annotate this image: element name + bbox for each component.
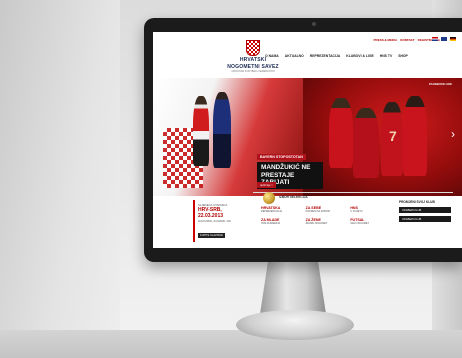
choose-club-button-2[interactable]: ODABERI KLUB bbox=[399, 216, 451, 222]
crest-icon bbox=[246, 40, 260, 56]
selection-item-futsal[interactable]: FUTSAL MALI NOGOMET bbox=[350, 218, 391, 225]
divider bbox=[253, 192, 453, 193]
selection-item-za-zene[interactable]: ZA ŽENE ŽENSKI NOGOMET bbox=[306, 218, 347, 225]
arrow-right-icon[interactable]: › bbox=[448, 126, 458, 142]
player-bayern-2 bbox=[353, 108, 379, 178]
arrow-left-icon[interactable]: ‹ bbox=[157, 126, 167, 142]
player-croatia bbox=[193, 96, 209, 166]
monitor-stand-base bbox=[236, 310, 354, 340]
selections-grid: HRVATSKA REPREZENTACIJA ZA SEBE POKRENI … bbox=[261, 206, 391, 225]
language-flags bbox=[432, 37, 456, 41]
choose-club-button[interactable]: ODABERI KLUB bbox=[399, 207, 451, 213]
match-venue: MAKSIMIR, ZAGREB, 20h bbox=[198, 219, 232, 223]
top-link-press[interactable]: PRESS & MEDIA bbox=[374, 38, 398, 42]
ball-icon bbox=[263, 192, 275, 204]
logo-subtitle: CROATIAN FOOTBALL FEDERATION bbox=[231, 70, 275, 73]
buy-tickets-button[interactable]: KUPITE ULAZNICE bbox=[198, 233, 225, 238]
selection-item-za-sebe[interactable]: ZA SEBE POKRENI SA SOBOM bbox=[306, 206, 347, 213]
hero-slider: 7 ‹ › FACEBOOK LIKE BAYERN STOPOSTOTAN M… bbox=[153, 78, 462, 196]
selection-item-hns[interactable]: HNS U SVIJETU bbox=[350, 206, 391, 213]
main-nav: O NAMA AKTUALNO REPREZENTACIJA KLUBOVI &… bbox=[265, 54, 408, 58]
promo-title: PROMJENI SVOJ KLUB bbox=[399, 200, 435, 204]
background-left-panel bbox=[0, 0, 120, 358]
player-opponent bbox=[213, 92, 231, 168]
player-bayern-1 bbox=[329, 98, 353, 168]
selection-item-za-mlade[interactable]: ZA MLADE HNS AKADEMIJA bbox=[261, 218, 302, 225]
selection-sub: POKRENI SA SOBOM bbox=[305, 210, 330, 213]
nav-item-hns-tv[interactable]: HNS TV bbox=[380, 54, 392, 58]
nav-item-o-nama[interactable]: O NAMA bbox=[265, 54, 279, 58]
facebook-like[interactable]: FACEBOOK LIKE bbox=[429, 82, 452, 86]
match-title: HRV-SRB, 22.03.2013 bbox=[198, 207, 224, 219]
nav-item-shop[interactable]: SHOP bbox=[398, 54, 408, 58]
nav-item-klubovi[interactable]: KLUBOVI & LIGE bbox=[346, 54, 374, 58]
flag-en-icon[interactable] bbox=[441, 37, 447, 41]
selection-item-hrvatska[interactable]: HRVATSKA REPREZENTACIJA bbox=[261, 206, 302, 213]
flag-de-icon[interactable] bbox=[450, 37, 456, 41]
selections-title: IZBOR SELEKCIJA bbox=[279, 195, 308, 199]
logo-title-line1: HRVATSKI bbox=[239, 57, 267, 63]
flag-hr-icon[interactable] bbox=[432, 37, 438, 41]
website-screen: PRESS & MEDIA KONTAKT REGISTRACIJA HRVAT… bbox=[153, 32, 462, 248]
jersey-number: 7 bbox=[389, 128, 397, 144]
promo-box: PROMJENI SVOJ KLUB ODABERI KLUB ODABERI … bbox=[399, 200, 451, 222]
selection-sub: MALI NOGOMET bbox=[350, 222, 369, 225]
selection-sub: REPREZENTACIJA bbox=[261, 210, 283, 213]
camera-icon bbox=[312, 22, 316, 26]
top-links: PRESS & MEDIA KONTAKT REGISTRACIJA bbox=[374, 38, 440, 42]
top-link-kontakt[interactable]: KONTAKT bbox=[400, 38, 414, 42]
hero-more-link[interactable]: opširnije > bbox=[257, 182, 276, 188]
nav-item-reprezentacija[interactable]: REPREZENTACIJA bbox=[310, 54, 340, 58]
selection-sub: HNS AKADEMIJA bbox=[261, 222, 281, 225]
selection-sub: ŽENSKI NOGOMET bbox=[305, 222, 328, 225]
monitor: PRESS & MEDIA KONTAKT REGISTRACIJA HRVAT… bbox=[144, 18, 462, 262]
selection-sub: U SVIJETU bbox=[350, 210, 363, 213]
monitor-stand-neck bbox=[260, 262, 326, 314]
next-match-box: SLJEDEĆA UTAKMICA HRV-SRB, 22.03.2013 MA… bbox=[193, 200, 247, 242]
player-bayern-4 bbox=[403, 96, 427, 176]
nav-item-aktualno[interactable]: AKTUALNO bbox=[285, 54, 304, 58]
desk-surface bbox=[0, 330, 462, 358]
hero-tag: BAYERN STOPOSTOTAN bbox=[257, 154, 306, 160]
